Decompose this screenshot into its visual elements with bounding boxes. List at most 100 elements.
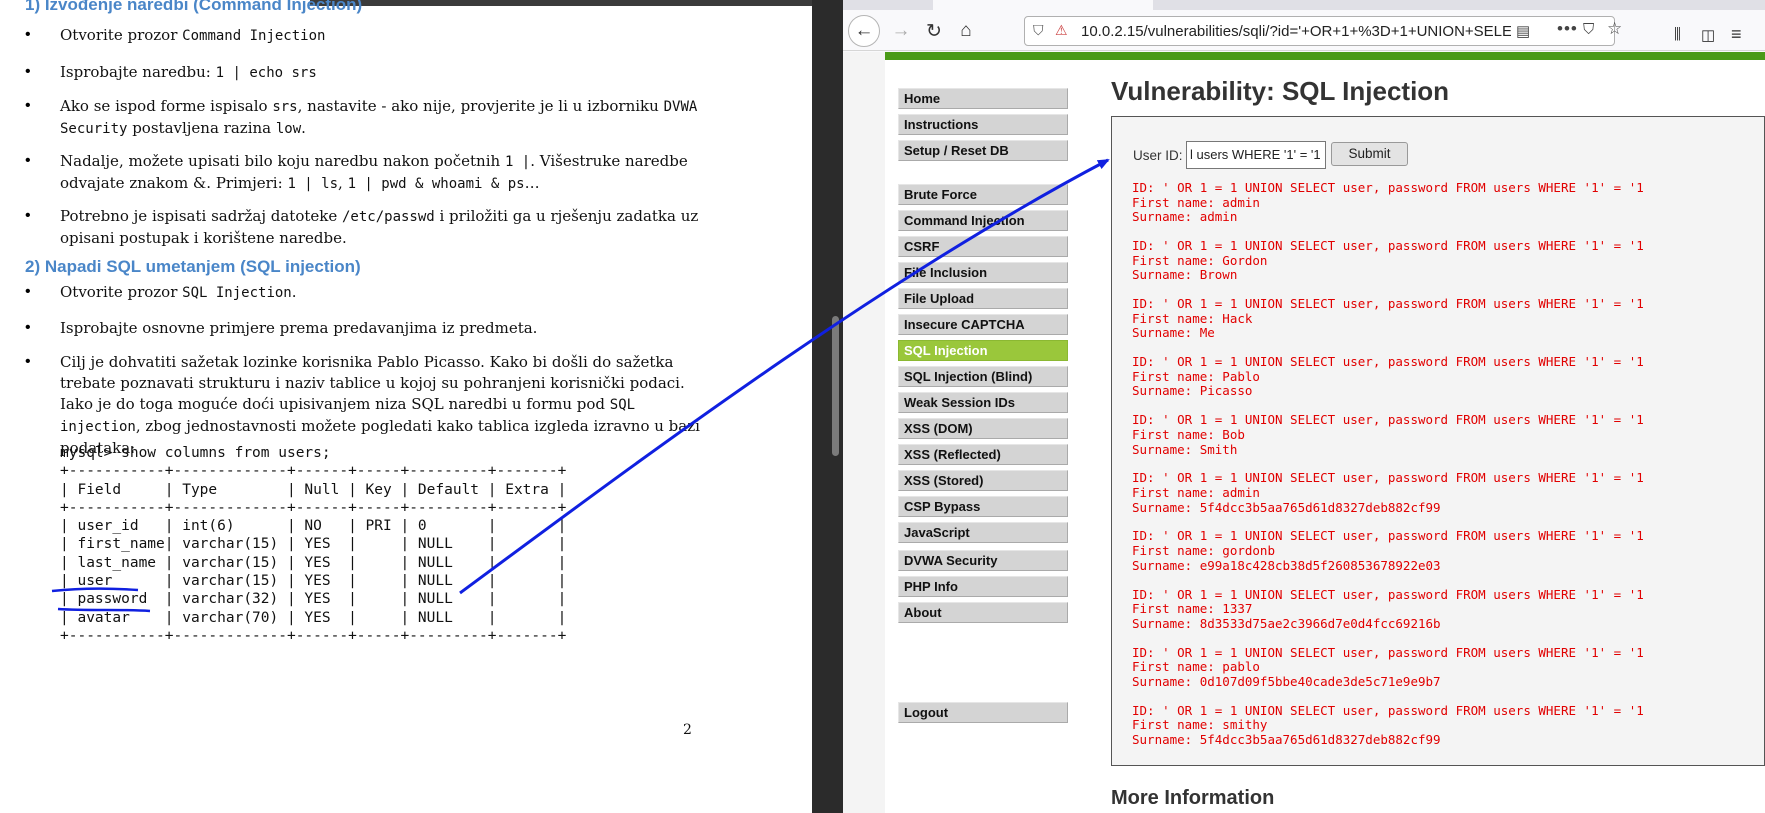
submit-button[interactable]: Submit xyxy=(1331,142,1408,166)
result-surname: Surname: e99a18c428cb38d5f260853678922e0… xyxy=(1132,557,1441,573)
result-first-name: First name: admin xyxy=(1132,194,1260,210)
home-icon[interactable]: ⌂ xyxy=(951,16,981,46)
vulnerable-code-area: User ID: l users WHERE '1' = '1 Submit I… xyxy=(1111,116,1765,766)
library-icon[interactable]: ⫼ xyxy=(1674,26,1681,43)
result-id-line: ID: ' OR 1 = 1 UNION SELECT user, passwo… xyxy=(1132,470,1644,486)
page-actions-icon[interactable]: ••• xyxy=(1557,19,1578,39)
inline-code: 1 | xyxy=(504,154,531,170)
active-tab[interactable] xyxy=(933,0,1153,10)
result-surname: Surname: 5f4dcc3b5aa765d61d8327deb882cf9… xyxy=(1132,731,1441,747)
inline-code: /etc/passwd xyxy=(342,209,435,225)
inline-code: 1 | ls xyxy=(287,176,339,192)
inline-code: Command Injection xyxy=(182,28,326,44)
url-text[interactable]: 10.0.2.15/vulnerabilities/sqli/?id='+OR+… xyxy=(1081,23,1511,40)
pdf-document-pane: 1) Izvođenje naredbi (Command Injection)… xyxy=(0,0,812,813)
text-run: . xyxy=(291,283,297,301)
inline-code: 1 | echo srs xyxy=(215,65,317,81)
sidebar-toggle-icon[interactable]: ◫ xyxy=(1701,26,1715,44)
text-run: Isprobajte osnovne primjere prema predav… xyxy=(60,319,538,337)
result-record: ID: ' OR 1 = 1 UNION SELECT user, passwo… xyxy=(1132,238,1644,283)
menu-item-insecure-captcha[interactable]: Insecure CAPTCHA xyxy=(898,314,1068,335)
menu-item-setup-reset-db[interactable]: Setup / Reset DB xyxy=(898,140,1068,161)
forward-arrow-icon[interactable]: → xyxy=(886,16,916,46)
result-record: ID: ' OR 1 = 1 UNION SELECT user, passwo… xyxy=(1132,471,1644,515)
tracking-shield-icon[interactable]: ⛉ xyxy=(1033,22,1044,39)
result-first-name: First name: Hack xyxy=(1132,310,1253,326)
menu-item-file-upload[interactable]: File Upload xyxy=(898,288,1068,309)
result-surname: Surname: Brown xyxy=(1132,267,1238,283)
result-surname: Surname: 0d107d09f5bbe40cade3de5c71e9e9b… xyxy=(1132,673,1441,689)
pdf-scrollbar-thumb[interactable] xyxy=(832,316,839,456)
result-id-line: ID: ' OR 1 = 1 UNION SELECT user, passwo… xyxy=(1132,412,1644,428)
result-first-name: First name: Bob xyxy=(1132,426,1245,442)
text-run: … xyxy=(524,174,540,192)
text-run: . xyxy=(301,119,306,137)
pdf-bullet-text: Isprobajte naredbu: 1 | echo srs xyxy=(60,62,700,84)
result-surname: Surname: 8d3533d75ae2c3966d7e0d4fcc69216… xyxy=(1132,615,1441,631)
bullet-marker: • xyxy=(25,283,31,300)
page-content: Home Instructions Setup / Reset DB Brute Fo… xyxy=(843,52,1765,813)
bullet-marker: • xyxy=(25,152,31,169)
menu-item-dvwa-security[interactable]: DVWA Security xyxy=(898,550,1068,571)
menu-item-sql-injection-blind[interactable]: SQL Injection (Blind) xyxy=(898,366,1068,387)
bullet-marker: • xyxy=(25,353,31,370)
url-bar[interactable]: ⛉ ⚠ 10.0.2.15/vulnerabilities/sqli/?id='… xyxy=(1024,16,1622,46)
reload-icon[interactable]: ↻ xyxy=(919,16,949,46)
menu-item-xss-stored[interactable]: XSS (Stored) xyxy=(898,470,1068,491)
result-id-line: ID: ' OR 1 = 1 UNION SELECT user, passwo… xyxy=(1132,238,1644,254)
bookmark-star-icon[interactable]: ☆ xyxy=(1607,19,1622,39)
result-first-name: First name: gordonb xyxy=(1132,543,1275,559)
userid-input[interactable]: l users WHERE '1' = '1 xyxy=(1186,141,1326,169)
menu-item-instructions[interactable]: Instructions xyxy=(898,114,1068,135)
menu-item-home[interactable]: Home xyxy=(898,88,1068,109)
result-record: ID: ' OR 1 = 1 UNION SELECT user, passwo… xyxy=(1132,355,1644,399)
menu-item-xss-reflected[interactable]: XSS (Reflected) xyxy=(898,444,1068,465)
menu-item-sql-injection[interactable]: SQL Injection xyxy=(898,340,1068,361)
result-record: ID: ' OR 1 = 1 UNION SELECT user, passwo… xyxy=(1132,297,1644,341)
pocket-icon[interactable]: ⛉ xyxy=(1583,21,1594,38)
text-run: , nastavite - ako nije, provjerite je li… xyxy=(297,97,664,115)
result-first-name: First name: admin xyxy=(1132,484,1260,500)
menu-item-javascript[interactable]: JavaScript xyxy=(898,522,1068,543)
text-run: postavljena razina xyxy=(127,119,276,137)
hamburger-menu-icon[interactable]: ≡ xyxy=(1731,24,1742,45)
result-first-name: First name: smithy xyxy=(1132,717,1268,733)
menu-item-brute-force[interactable]: Brute Force xyxy=(898,184,1068,205)
text-run: Nadalje, možete upisati bilo koju naredb… xyxy=(60,152,505,170)
reader-view-icon[interactable]: ▤ xyxy=(1516,22,1530,40)
menu-item-command-injection[interactable]: Command Injection xyxy=(898,210,1068,231)
more-information-heading: More Information xyxy=(1111,787,1275,809)
menu-item-csrf[interactable]: CSRF xyxy=(898,236,1068,257)
menu-item-logout[interactable]: Logout xyxy=(898,702,1068,723)
result-first-name: First name: 1337 xyxy=(1132,601,1253,617)
back-arrow-icon[interactable]: ← xyxy=(848,15,880,47)
result-record: ID: ' OR 1 = 1 UNION SELECT user, passwo… xyxy=(1132,180,1644,225)
mysql-columns-output: mysql> show columns from users; +-------… xyxy=(60,445,567,644)
menu-item-about[interactable]: About xyxy=(898,602,1068,623)
menu-item-weak-session-ids[interactable]: Weak Session IDs xyxy=(898,392,1068,413)
result-surname: Surname: 5f4dcc3b5aa765d61d8327deb882cf9… xyxy=(1132,499,1441,515)
result-id-line: ID: ' OR 1 = 1 UNION SELECT user, passwo… xyxy=(1132,528,1644,544)
menu-item-xss-dom[interactable]: XSS (DOM) xyxy=(898,418,1068,439)
result-first-name: First name: Pablo xyxy=(1132,368,1260,384)
result-record: ID: ' OR 1 = 1 UNION SELECT user, passwo… xyxy=(1132,529,1644,573)
menu-item-php-info[interactable]: PHP Info xyxy=(898,576,1068,597)
pdf-heading-command-injection: 1) Izvođenje naredbi (Command Injection) xyxy=(25,0,363,14)
page-left-gutter xyxy=(843,52,885,813)
insecure-connection-icon[interactable]: ⚠ xyxy=(1055,22,1068,39)
pdf-bullet-text: Cilj je dohvatiti sažetak lozinke korisn… xyxy=(60,352,700,459)
menu-item-file-inclusion[interactable]: File Inclusion xyxy=(898,262,1068,283)
tab-strip xyxy=(843,0,1765,10)
bullet-marker: • xyxy=(25,319,31,336)
pdf-bullet-text: Otvorite prozor SQL Injection. xyxy=(60,282,700,304)
result-id-line: ID: ' OR 1 = 1 UNION SELECT user, passwo… xyxy=(1132,296,1644,312)
pdf-toolbar-strip xyxy=(310,0,812,6)
result-id-line: ID: ' OR 1 = 1 UNION SELECT user, passwo… xyxy=(1132,702,1644,718)
result-id-line: ID: ' OR 1 = 1 UNION SELECT user, passwo… xyxy=(1132,180,1644,195)
inline-code: 1 | pwd & whoami & ps xyxy=(347,176,525,192)
text-run: Otvorite prozor xyxy=(60,283,183,301)
menu-item-csp-bypass[interactable]: CSP Bypass xyxy=(898,496,1068,517)
result-record: ID: ' OR 1 = 1 UNION SELECT user, passwo… xyxy=(1132,413,1644,457)
inline-code: SQL Injection xyxy=(182,285,292,301)
browser-window: ← → ↻ ⌂ ⛉ ⚠ 10.0.2.15/vulnerabilities/sq… xyxy=(843,0,1765,813)
